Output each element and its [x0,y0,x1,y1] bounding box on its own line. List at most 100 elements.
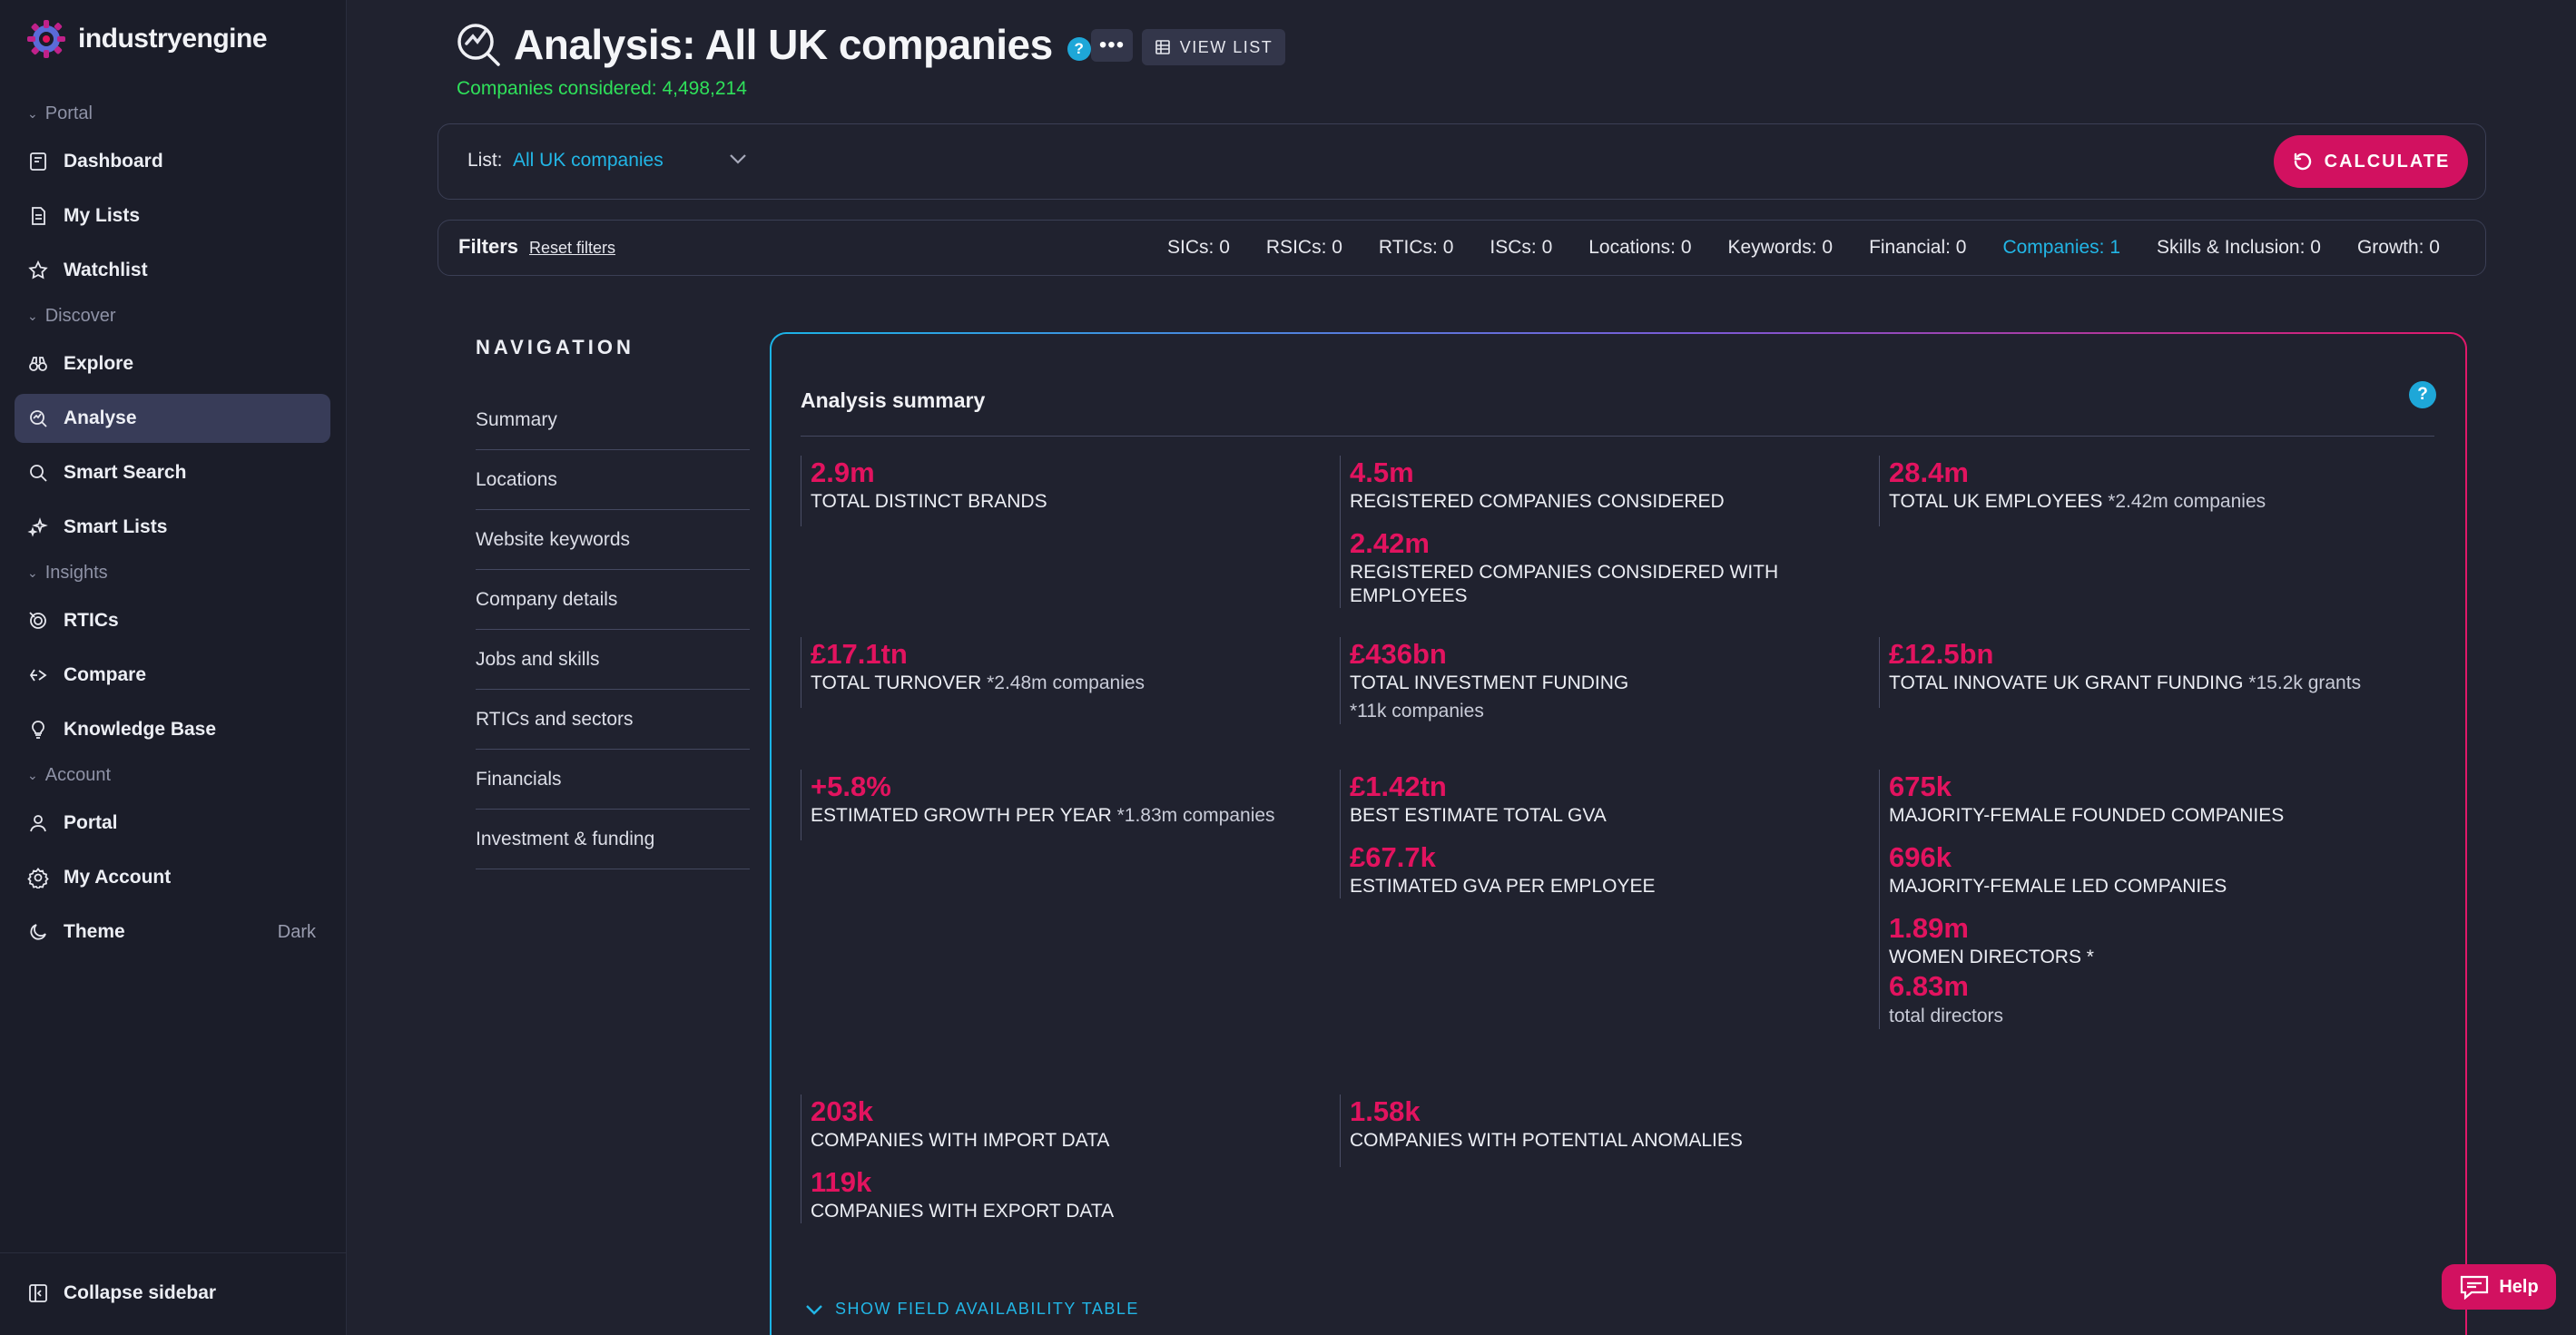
sidebar-item-label: Theme [64,921,125,942]
collapse-sidebar-button[interactable]: Collapse sidebar [15,1269,330,1318]
collapse-label: Collapse sidebar [64,1282,217,1303]
show-field-availability-table[interactable]: SHOW FIELD AVAILABILITY TABLE [804,1300,1139,1319]
stat-label: ESTIMATED GROWTH PER YEAR *1.83m compani… [811,804,1327,828]
stat-uk-employees: 28.4m TOTAL UK EMPLOYEES *2.42m companie… [1879,456,2424,526]
stat-label: MAJORITY-FEMALE LED COMPANIES [1889,876,2227,897]
stat-label: MAJORITY-FEMALE FOUNDED COMPANIES [1889,805,2285,826]
nav-website-keywords[interactable]: Website keywords [476,510,750,570]
section-portal[interactable]: ⌄ Portal [27,103,93,124]
nav-locations[interactable]: Locations [476,450,750,510]
chevron-down-icon: ⌄ [27,106,38,121]
stat-value: £12.5bn [1889,638,1994,670]
stat-label-text: TOTAL UK EMPLOYEES [1889,491,2103,512]
nav-financials[interactable]: Financials [476,750,750,810]
stat-label-text: ESTIMATED GROWTH PER YEAR [811,805,1112,826]
more-options-button[interactable]: ••• [1091,29,1133,62]
page-title: Analysis: All UK companies [514,21,1053,68]
stat-label: TOTAL INVESTMENT FUNDING [1350,672,1629,693]
stat-value: 28.4m [1889,456,1969,488]
sidebar-item-label: Smart Search [64,462,187,483]
stat-value: 1.58k [1350,1095,1421,1127]
filter-keywords[interactable]: Keywords: 0 [1728,237,1834,259]
portal-icon [30,815,46,832]
filter-growth[interactable]: Growth: 0 [2357,237,2440,259]
sidebar-item-my-lists[interactable]: My Lists [15,191,330,240]
stat-value: 203k [811,1095,873,1127]
filter-rsics[interactable]: RSICs: 0 [1266,237,1342,259]
stat-label: REGISTERED COMPANIES CONSIDERED [1350,491,1725,512]
filter-locations[interactable]: Locations: 0 [1588,237,1691,259]
companies-considered: Companies considered: 4,498,214 [457,78,747,99]
filter-companies[interactable]: Companies: 1 [2002,237,2120,259]
star-icon [28,260,48,280]
stat-value: 1.89m [1889,912,1969,944]
nav-company-details[interactable]: Company details [476,570,750,630]
filter-counts: SICs: 0 RSICs: 0 RTICs: 0 ISCs: 0 Locati… [1167,237,2440,259]
section-insights[interactable]: ⌄ Insights [27,563,108,584]
view-list-button[interactable]: VIEW LIST [1142,29,1285,65]
list-label: List: [467,150,503,171]
chevron-down-icon[interactable] [725,146,751,172]
stat-value: 6.83m [1889,970,1969,1002]
filter-rtics[interactable]: RTICs: 0 [1379,237,1453,259]
list-select[interactable]: All UK companies [513,150,664,172]
nav-jobs-skills[interactable]: Jobs and skills [476,630,750,690]
sidebar-item-analyse[interactable]: Analyse [15,394,330,443]
logo-gear-icon [27,20,65,58]
sidebar-item-my-account[interactable]: My Account [15,853,330,902]
document-icon [32,207,45,225]
section-account[interactable]: ⌄ Account [27,765,111,786]
sidebar-item-smart-lists[interactable]: Smart Lists [15,503,330,552]
filter-iscs[interactable]: ISCs: 0 [1490,237,1552,259]
divider [801,436,2434,437]
sidebar-item-smart-search[interactable]: Smart Search [15,448,330,497]
stat-value: 2.9m [811,456,875,488]
sidebar-item-portal[interactable]: Portal [15,799,330,848]
search-icon [30,465,47,482]
rtics-icon [29,612,46,629]
navigation-heading: NAVIGATION [476,336,634,358]
chevron-down-icon [806,1304,822,1315]
nav-investment-funding[interactable]: Investment & funding [476,810,750,869]
logo[interactable]: industryengine [25,18,268,60]
show-table-label: SHOW FIELD AVAILABILITY TABLE [835,1300,1139,1318]
help-button[interactable]: Help [2442,1264,2556,1310]
sidebar-item-dashboard[interactable]: Dashboard [15,137,330,186]
filter-skills-inclusion[interactable]: Skills & Inclusion: 0 [2157,237,2321,259]
sidebar-item-explore[interactable]: Explore [15,339,330,388]
stat-turnover: £17.1tn TOTAL TURNOVER *2.48m companies [801,637,1327,708]
help-label: Help [2499,1276,2539,1297]
section-label: Account [44,765,111,785]
calculate-button[interactable]: CALCULATE [2274,135,2468,188]
stat-import-export: 203k COMPANIES WITH IMPORT DATA 119k COM… [801,1095,1327,1223]
section-label: Insights [44,563,108,583]
title-help-icon[interactable]: ? [1067,37,1091,61]
sidebar-item-label: Watchlist [64,260,148,280]
stat-value: 4.5m [1350,456,1414,488]
analyse-icon [30,410,47,427]
stat-value: 2.42m [1350,527,1430,559]
stat-label-text: TOTAL TURNOVER [811,672,982,693]
stat-anomalies: 1.58k COMPANIES WITH POTENTIAL ANOMALIES [1340,1095,1866,1167]
stat-registered-companies: 4.5m REGISTERED COMPANIES CONSIDERED 2.4… [1340,456,1866,608]
filter-financial[interactable]: Financial: 0 [1869,237,1966,259]
calculate-label: CALCULATE [2324,151,2451,172]
sidebar-item-knowledge-base[interactable]: Knowledge Base [15,705,330,754]
sidebar-item-rtics[interactable]: RTICs [15,596,330,645]
nav-rtics-sectors[interactable]: RTICs and sectors [476,690,750,750]
stat-gva: £1.42tn BEST ESTIMATE TOTAL GVA £67.7k E… [1340,770,1866,898]
stat-label: ESTIMATED GVA PER EMPLOYEE [1350,876,1656,897]
sidebar-item-compare[interactable]: Compare [15,651,330,700]
sidebar-item-watchlist[interactable]: Watchlist [15,246,330,295]
stat-label: COMPANIES WITH POTENTIAL ANOMALIES [1350,1130,1743,1151]
summary-help-icon[interactable]: ? [2409,381,2436,408]
reset-filters-link[interactable]: Reset filters [529,239,615,258]
section-discover[interactable]: ⌄ Discover [27,306,116,327]
stat-label: COMPANIES WITH IMPORT DATA [811,1130,1110,1151]
sidebar-item-theme[interactable]: Theme Dark [15,908,330,957]
stat-distinct-brands: 2.9m TOTAL DISTINCT BRANDS [801,456,1327,526]
analyse-icon [457,24,500,66]
nav-summary[interactable]: Summary [476,390,750,450]
filter-sics[interactable]: SICs: 0 [1167,237,1230,259]
stat-note: *1.83m companies [1116,805,1275,826]
